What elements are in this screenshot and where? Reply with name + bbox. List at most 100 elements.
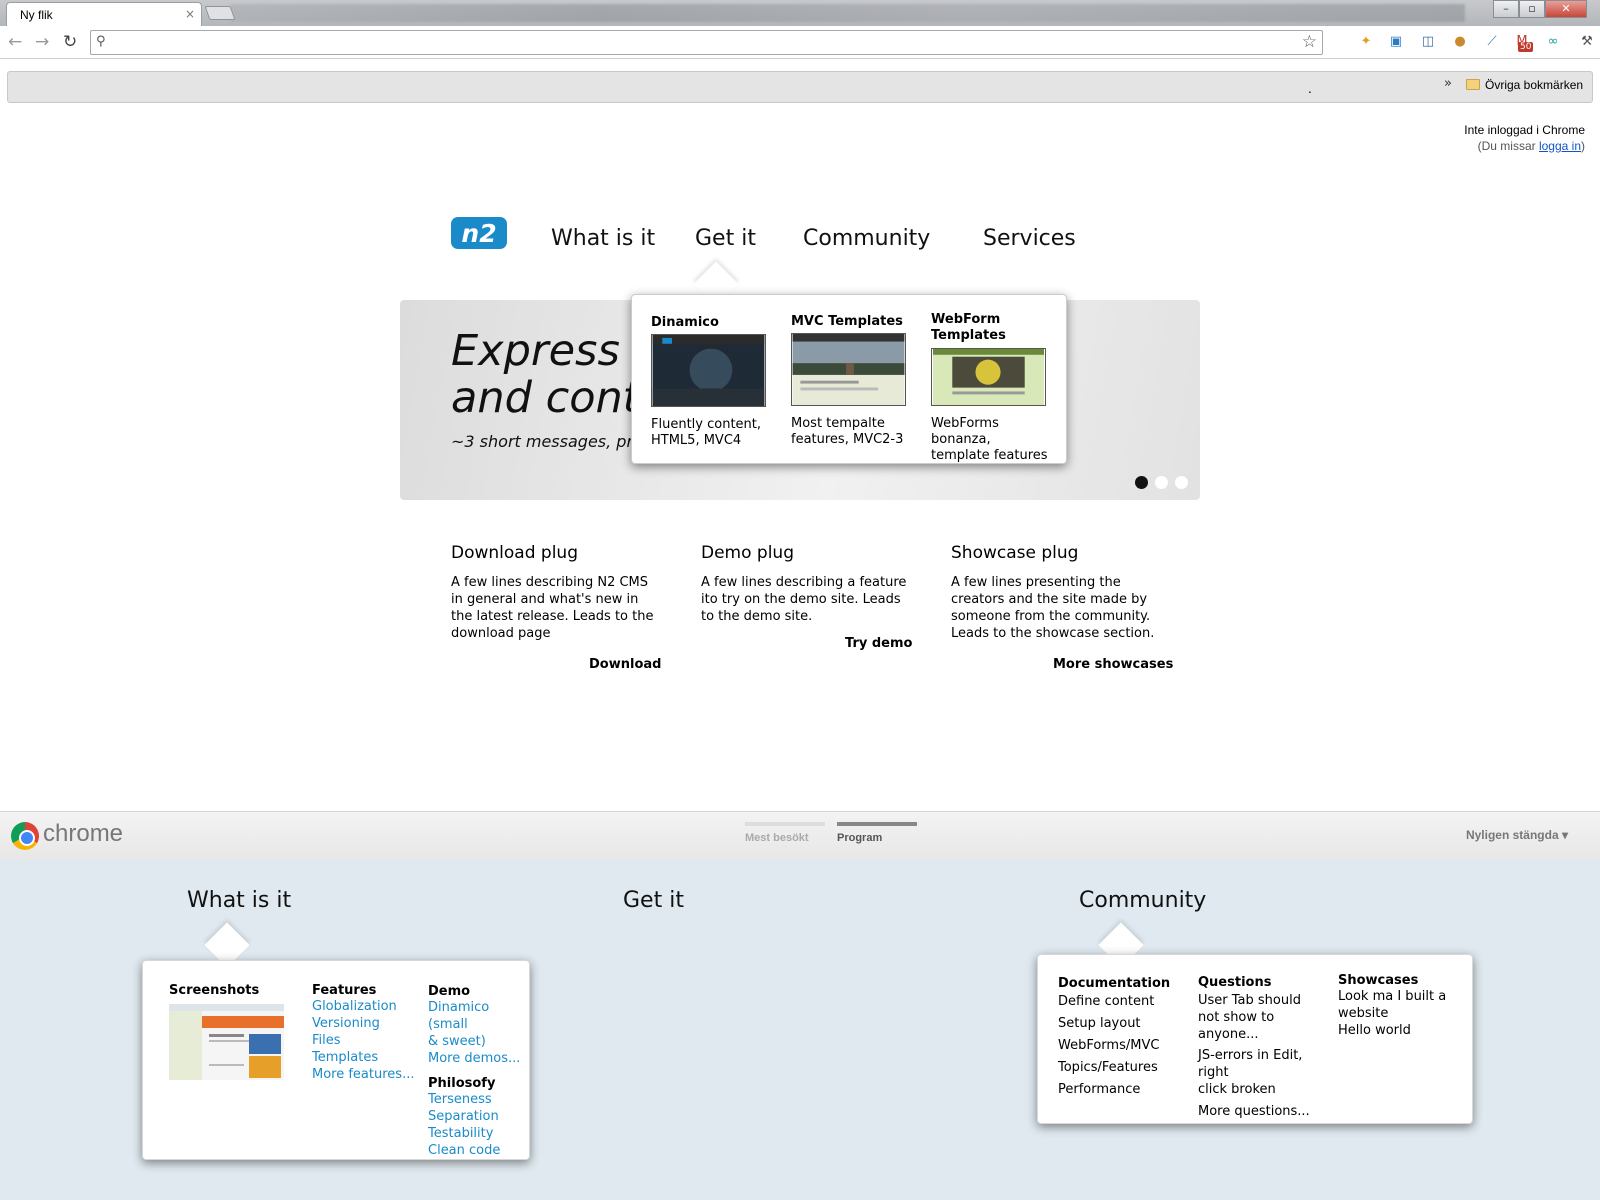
mvc-templates-thumbnail[interactable] xyxy=(791,333,906,406)
lower-nav-get-it[interactable]: Get it xyxy=(623,888,684,913)
feature-link[interactable]: Versioning xyxy=(312,1015,422,1032)
philosofy-link[interactable]: Separation xyxy=(428,1108,528,1125)
more-features-link[interactable]: More features... xyxy=(312,1066,422,1083)
more-showcases-link[interactable]: More showcases xyxy=(1053,657,1173,672)
webform-templates-thumbnail[interactable] xyxy=(931,348,1046,406)
menu-dinamico-text2: HTML5, MVC4 xyxy=(651,433,742,448)
search-icon: ⚲ xyxy=(96,34,106,49)
showcase-link[interactable]: Look ma I built a xyxy=(1338,988,1468,1005)
hero-title-line2: and cont xyxy=(451,373,640,423)
download-link[interactable]: Download xyxy=(589,657,661,672)
readlater-icon[interactable]: ∞ xyxy=(1543,32,1563,52)
doc-link[interactable]: Performance xyxy=(1058,1081,1188,1098)
screenshots-thumbnail[interactable] xyxy=(169,1004,284,1080)
menu-webform-title: WebForm Templates xyxy=(931,312,1061,344)
download-plug-text: A few lines describing N2 CMS in general… xyxy=(451,575,654,641)
menu-mvc-title: MVC Templates xyxy=(791,314,903,329)
feature-link[interactable]: Files xyxy=(312,1032,422,1049)
chrome-logo-icon xyxy=(11,822,39,850)
other-bookmarks-folder[interactable]: Övriga bokmärken xyxy=(1466,78,1583,92)
reload-icon[interactable]: ↻ xyxy=(63,32,77,52)
back-arrow-icon[interactable]: ← xyxy=(8,32,22,52)
dinamico-thumbnail[interactable] xyxy=(651,334,766,407)
lower-nav-community[interactable]: Community xyxy=(1079,888,1206,913)
documentation-column: Documentation Define content Setup layou… xyxy=(1058,976,1188,1098)
browser-toolbar: ← → ↻ ⚲ ☆ ✦ ▣ ◫ ● ⟋ M50 ∞ ⚒ xyxy=(0,26,1600,59)
nav-community[interactable]: Community xyxy=(803,226,930,251)
philosofy-link[interactable]: Clean code xyxy=(428,1142,528,1159)
omnibox[interactable]: ⚲ ☆ xyxy=(90,30,1323,55)
question-link-cont[interactable]: not show to anyone... xyxy=(1198,1009,1333,1043)
showcase-link-cont[interactable]: website xyxy=(1338,1005,1468,1022)
feature-link[interactable]: Globalization xyxy=(312,998,422,1015)
screenshots-column: Screenshots xyxy=(169,983,289,1084)
demo-plug-title: Demo plug xyxy=(701,543,794,563)
question-link[interactable]: JS-errors in Edit, right xyxy=(1198,1047,1333,1081)
demo-link[interactable]: Dinamico (small xyxy=(428,999,528,1033)
minimize-button[interactable]: – xyxy=(1493,0,1519,18)
screen-icon[interactable]: ▣ xyxy=(1386,32,1406,52)
menu-mvc-text2: features, MVC2-3 xyxy=(791,432,904,447)
window-icon[interactable]: ◫ xyxy=(1418,32,1438,52)
hero-title: Express y and cont xyxy=(451,328,659,422)
address-input[interactable] xyxy=(115,33,1285,52)
maximize-button[interactable]: ▫ xyxy=(1519,0,1545,18)
ntp-tab-apps[interactable]: Program xyxy=(837,822,917,844)
carousel-dot[interactable] xyxy=(1175,476,1188,489)
philosofy-link[interactable]: Terseness xyxy=(428,1091,528,1108)
close-window-button[interactable]: ✕ xyxy=(1545,0,1587,18)
nav-what-is-it[interactable]: What is it xyxy=(551,226,655,251)
bookmark-star-icon[interactable]: ☆ xyxy=(1302,32,1317,52)
hero-title-line1: Express y xyxy=(451,326,659,376)
eyedropper-icon[interactable]: ⟋ xyxy=(1482,32,1502,52)
gmail-icon[interactable]: M50 xyxy=(1512,32,1534,52)
new-tab-button[interactable] xyxy=(204,6,236,20)
carousel-dot[interactable] xyxy=(1155,476,1168,489)
menu-dinamico-text1: Fluently content, xyxy=(651,417,762,432)
nav-services[interactable]: Services xyxy=(983,226,1076,251)
tab-close-icon[interactable]: × xyxy=(185,7,195,21)
blurred-background xyxy=(230,4,1465,22)
puzzle-icon[interactable]: ✦ xyxy=(1356,32,1376,52)
n2-logo[interactable]: n2 xyxy=(451,215,507,251)
community-dropdown: Documentation Define content Setup layou… xyxy=(1037,954,1473,1124)
doc-link[interactable]: Topics/Features xyxy=(1058,1059,1188,1076)
showcase-plug: Showcase plug A few lines presenting the… xyxy=(951,545,1161,642)
menu-mvc-templates[interactable]: MVC Templates Most tempalte features, MV… xyxy=(791,314,911,448)
demo-link-cont[interactable]: & sweet) xyxy=(428,1033,528,1050)
more-questions-link[interactable]: More questions... xyxy=(1198,1103,1333,1120)
doc-link[interactable]: Define content xyxy=(1058,993,1188,1010)
feature-link[interactable]: Templates xyxy=(312,1049,422,1066)
demo-plug: Demo plug A few lines describing a featu… xyxy=(701,545,911,625)
wrench-icon[interactable]: ⚒ xyxy=(1577,32,1597,52)
doc-link[interactable]: WebForms/MVC xyxy=(1058,1037,1188,1054)
forward-arrow-icon[interactable]: → xyxy=(35,32,49,52)
tab-title: Ny flik xyxy=(20,8,53,22)
signin-line: Inte inloggad i Chrome xyxy=(1464,123,1585,137)
question-link[interactable]: User Tab should xyxy=(1198,992,1333,1009)
cookie-icon[interactable]: ● xyxy=(1450,32,1470,52)
gmail-badge: 50 xyxy=(1518,42,1534,52)
download-plug: Download plug A few lines describing N2 … xyxy=(451,545,661,642)
menu-webform-text2: template features xyxy=(931,448,1048,463)
menu-webform-templates[interactable]: WebForm Templates WebForms bonanza, templ… xyxy=(931,312,1061,464)
recently-closed-menu[interactable]: Nyligen stängda ▾ xyxy=(1466,828,1568,842)
philosofy-link[interactable]: Testability xyxy=(428,1125,528,1142)
try-demo-link[interactable]: Try demo xyxy=(845,636,912,651)
more-demos-link[interactable]: More demos... xyxy=(428,1050,528,1067)
menu-dinamico[interactable]: Dinamico Fluently content, HTML5, MVC4 xyxy=(651,315,771,449)
lower-nav-what-is-it[interactable]: What is it xyxy=(187,888,291,913)
bookmark-overflow-chevron-icon[interactable]: » xyxy=(1444,76,1452,91)
question-link-cont[interactable]: click broken xyxy=(1198,1081,1333,1098)
demo-column: Demo Dinamico (small & sweet) More demos… xyxy=(428,984,528,1159)
nav-get-it[interactable]: Get it xyxy=(695,226,756,251)
hero-subtitle: ~3 short messages, prob xyxy=(451,432,653,451)
carousel-dot-active[interactable] xyxy=(1135,476,1148,489)
folder-icon xyxy=(1466,79,1480,90)
ntp-tab-most-visited[interactable]: Mest besökt xyxy=(745,822,825,844)
bookmark-bar: . » Övriga bokmärken xyxy=(7,71,1593,103)
browser-tab[interactable]: Ny flik × xyxy=(6,2,202,26)
showcase-link[interactable]: Hello world xyxy=(1338,1022,1468,1039)
doc-link[interactable]: Setup layout xyxy=(1058,1015,1188,1032)
signin-link[interactable]: logga in xyxy=(1539,139,1581,153)
